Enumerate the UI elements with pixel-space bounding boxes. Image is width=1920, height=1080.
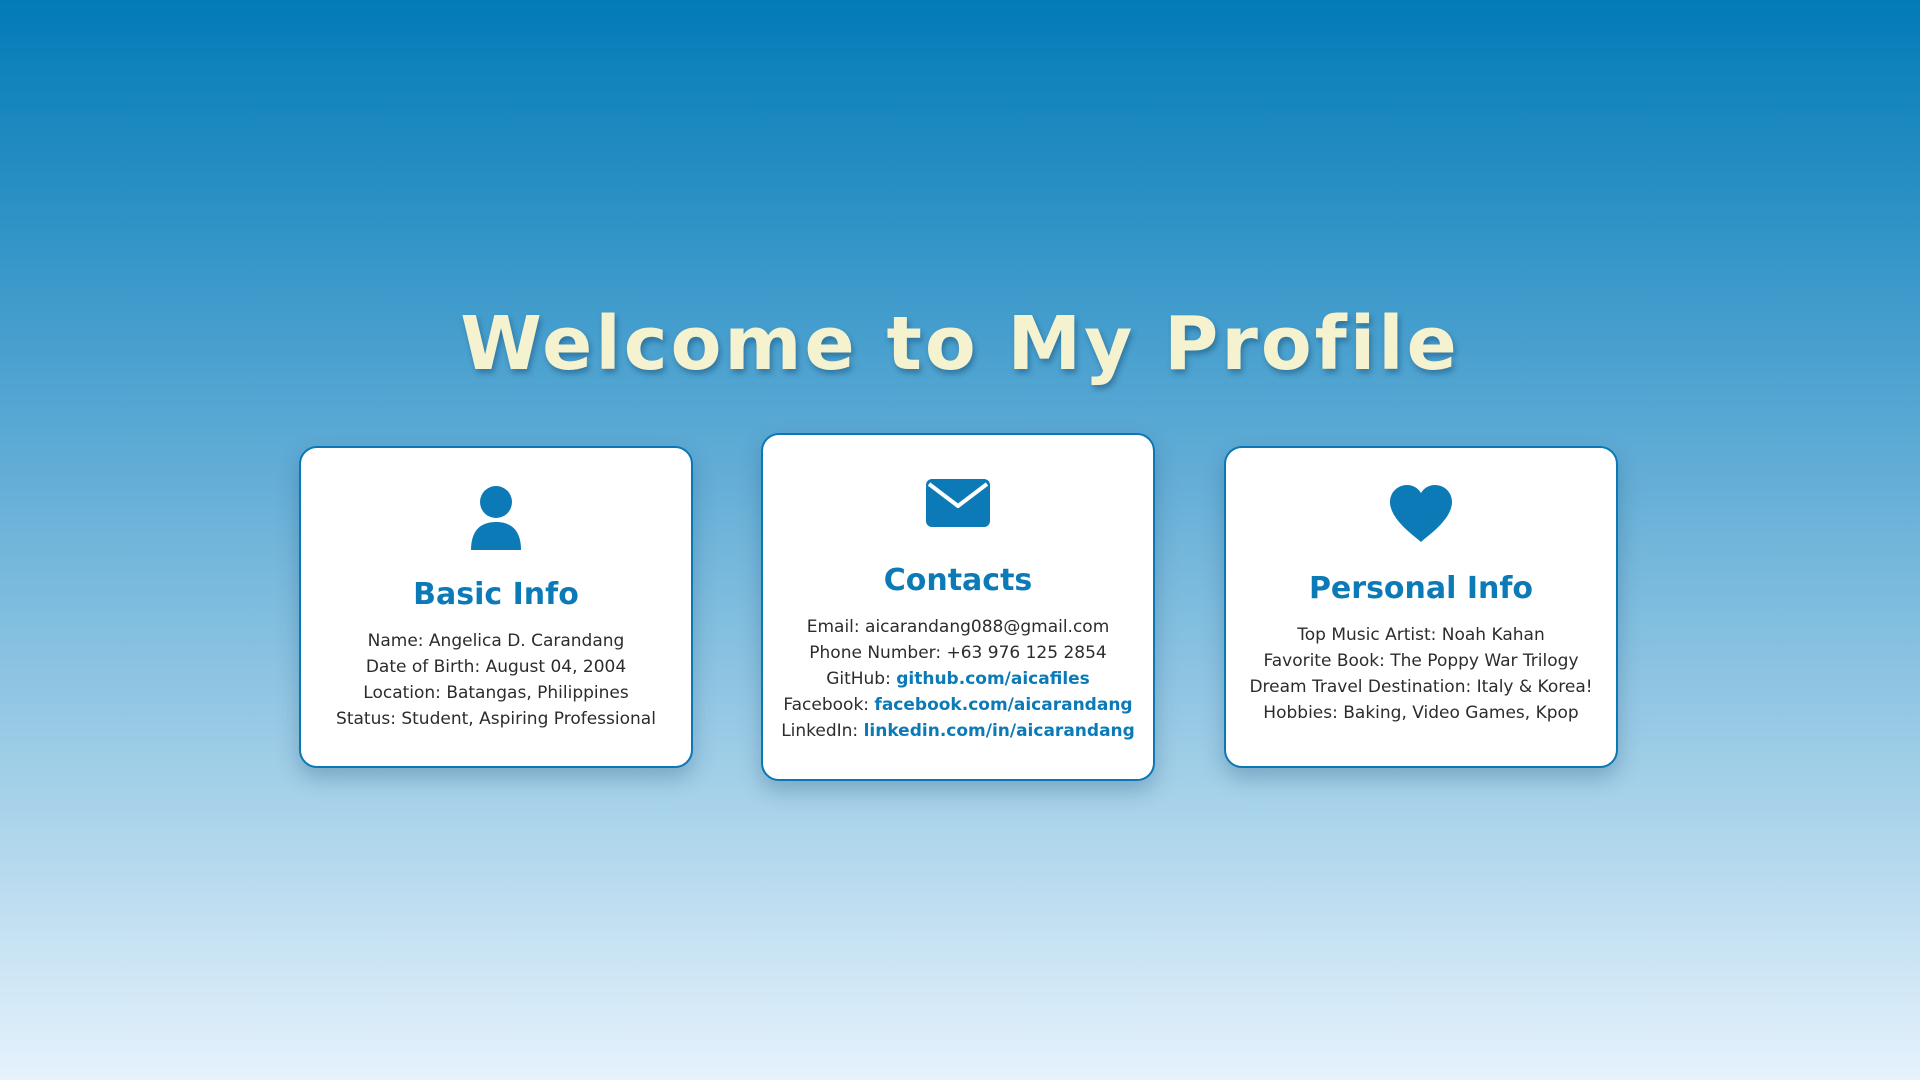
- personal-hobbies: Hobbies: Baking, Video Games, Kpop: [1263, 703, 1579, 723]
- contacts-title: Contacts: [883, 563, 1033, 598]
- page-title: Welcome to My Profile: [460, 301, 1460, 387]
- envelope-icon: [926, 479, 990, 527]
- basic-info-status: Status: Student, Aspiring Professional: [336, 709, 656, 729]
- linkedin-label: LinkedIn:: [781, 721, 859, 741]
- facebook-label: Facebook:: [783, 695, 870, 715]
- contact-facebook-row: Facebook: facebook.com/aicarandang: [763, 692, 1153, 718]
- basic-info-location: Location: Batangas, Philippines: [363, 683, 629, 703]
- basic-info-name: Name: Angelica D. Carandang: [367, 631, 625, 651]
- contact-email: Email: aicarandang088@gmail.com: [806, 617, 1110, 637]
- heart-icon: [1390, 485, 1452, 542]
- contacts-details: Email: aicarandang088@gmail.com Phone Nu…: [763, 614, 1153, 744]
- personal-favorite-book: Favorite Book: The Poppy War Trilogy: [1263, 651, 1579, 671]
- basic-info-title: Basic Info: [413, 577, 579, 612]
- github-link[interactable]: github.com/aicafiles: [896, 669, 1090, 689]
- personal-info-title: Personal Info: [1308, 571, 1534, 606]
- basic-info-card: Basic Info Name: Angelica D. Carandang D…: [299, 446, 693, 768]
- personal-music-artist: Top Music Artist: Noah Kahan: [1297, 625, 1545, 645]
- github-label: GitHub:: [826, 669, 891, 689]
- linkedin-link[interactable]: linkedin.com/in/aicarandang: [864, 721, 1135, 741]
- personal-info-details: Top Music Artist: Noah Kahan Favorite Bo…: [1226, 622, 1616, 726]
- contact-github-row: GitHub: github.com/aicafiles: [763, 666, 1153, 692]
- personal-dream-destination: Dream Travel Destination: Italy & Korea!: [1249, 677, 1593, 697]
- contact-linkedin-row: LinkedIn: linkedin.com/in/aicarandang: [763, 718, 1153, 744]
- personal-info-card: Personal Info Top Music Artist: Noah Kah…: [1224, 446, 1618, 768]
- contact-phone: Phone Number: +63 976 125 2854: [809, 643, 1107, 663]
- basic-info-birthdate: Date of Birth: August 04, 2004: [365, 657, 627, 677]
- user-icon: [471, 486, 521, 550]
- contacts-card: Contacts Email: aicarandang088@gmail.com…: [761, 433, 1155, 781]
- facebook-link[interactable]: facebook.com/aicarandang: [874, 695, 1132, 715]
- basic-info-details: Name: Angelica D. Carandang Date of Birt…: [301, 628, 691, 732]
